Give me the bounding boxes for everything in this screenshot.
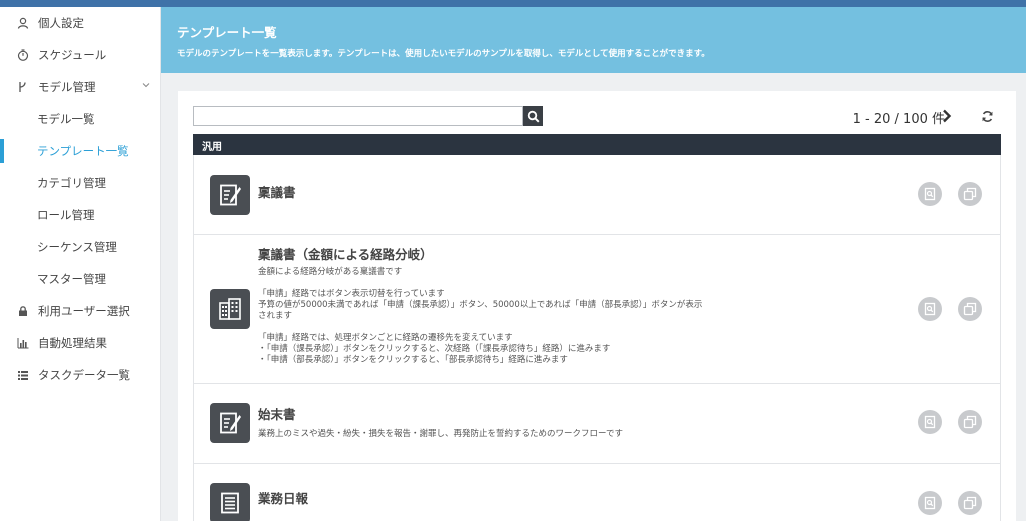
copy-icon (963, 187, 977, 201)
sidebar-item-user-selection[interactable]: 利用ユーザー選択 (0, 295, 160, 327)
copy-button[interactable] (958, 297, 982, 321)
sidebar-item-model-management[interactable]: モデル管理 (0, 71, 160, 103)
sidebar-item-personal-settings[interactable]: 個人設定 (0, 7, 160, 39)
template-description: 業務上のミスや過失・紛失・損失を報告・謝罪し、再発防止を誓約するためのワークフロ… (258, 429, 623, 439)
list-item[interactable]: 業務日報 (194, 464, 1000, 521)
copy-icon (963, 302, 977, 316)
sidebar-item-label: テンプレート一覧 (37, 144, 129, 158)
preview-icon (923, 496, 937, 510)
preview-button[interactable] (918, 297, 942, 321)
chevron-right-icon (942, 109, 952, 123)
search-input[interactable] (193, 106, 523, 126)
document-lines-icon (210, 483, 250, 521)
page-header: テンプレート一覧 モデルのテンプレートを一覧表示します。テンプレートは、使用した… (161, 7, 1026, 73)
search-icon (527, 110, 540, 123)
sidebar-item-label: 自動処理結果 (38, 336, 107, 350)
branch-icon (16, 80, 30, 94)
sidebar-item-model-list[interactable]: モデル一覧 (0, 103, 160, 135)
preview-icon (923, 302, 937, 316)
template-description: 金額による経路分岐がある稟議書です 「申請」経路ではボタン表示切替を行っています… (258, 267, 703, 365)
sidebar-item-label: ロール管理 (37, 208, 95, 222)
page-description: モデルのテンプレートを一覧表示します。テンプレートは、使用したいモデルのサンプル… (177, 49, 710, 59)
sidebar-item-label: スケジュール (38, 48, 107, 62)
template-list: 稟議書 稟議書（金額による経路分岐） 金額による経路分岐がある稟議書です 「申請… (193, 155, 1001, 521)
sidebar-item-label: タスクデータ一覧 (38, 368, 130, 382)
template-title: 稟議書 (258, 185, 296, 200)
preview-button[interactable] (918, 410, 942, 434)
building-icon (210, 289, 250, 329)
sidebar-item-auto-process-results[interactable]: 自動処理結果 (0, 327, 160, 359)
search-button[interactable] (523, 106, 543, 126)
section-header: 汎用 (193, 134, 1001, 155)
list-item[interactable]: 始末書 業務上のミスや過失・紛失・損失を報告・謝罪し、再発防止を誓約するためのワ… (194, 384, 1000, 464)
user-icon (16, 16, 30, 30)
copy-icon (963, 496, 977, 510)
main-content: テンプレート一覧 モデルのテンプレートを一覧表示します。テンプレートは、使用した… (161, 7, 1026, 521)
chevron-down-icon (142, 81, 150, 91)
bar-chart-icon (16, 336, 30, 350)
sidebar-item-label: マスター管理 (37, 272, 106, 286)
preview-button[interactable] (918, 182, 942, 206)
sidebar-item-schedule[interactable]: スケジュール (0, 39, 160, 71)
list-icon (16, 368, 30, 382)
document-pen-icon (210, 175, 250, 215)
refresh-icon (981, 110, 994, 123)
refresh-button[interactable] (979, 108, 995, 124)
sidebar-item-label: シーケンス管理 (37, 240, 117, 254)
template-title: 業務日報 (258, 491, 309, 506)
sidebar-item-template-list[interactable]: テンプレート一覧 (0, 135, 160, 167)
top-bar (0, 0, 1026, 7)
next-page-button[interactable] (940, 108, 954, 124)
sidebar-item-master-management[interactable]: マスター管理 (0, 263, 160, 295)
list-item[interactable]: 稟議書 (194, 155, 1000, 235)
document-pen-icon (210, 403, 250, 443)
sidebar: 個人設定 スケジュール モデル管理 モデル一覧 テンプレート一覧 カテゴリ管理 … (0, 7, 161, 521)
pagination-text: 1 - 20 / 100 件 (852, 112, 945, 127)
template-title: 稟議書（金額による経路分岐） (258, 247, 433, 262)
sidebar-item-label: カテゴリ管理 (37, 176, 106, 190)
timer-icon (16, 48, 30, 62)
list-item[interactable]: 稟議書（金額による経路分岐） 金額による経路分岐がある稟議書です 「申請」経路で… (194, 235, 1000, 384)
copy-button[interactable] (958, 410, 982, 434)
preview-button[interactable] (918, 491, 942, 515)
toolbar: 1 - 20 / 100 件 (193, 105, 1001, 127)
template-title: 始末書 (258, 407, 296, 422)
page-title: テンプレート一覧 (177, 25, 277, 40)
copy-button[interactable] (958, 491, 982, 515)
sidebar-item-sequence-management[interactable]: シーケンス管理 (0, 231, 160, 263)
sidebar-item-label: 個人設定 (38, 16, 84, 30)
copy-icon (963, 415, 977, 429)
lock-icon (16, 304, 30, 318)
sidebar-item-label: 利用ユーザー選択 (38, 304, 130, 318)
copy-button[interactable] (958, 182, 982, 206)
template-card: 1 - 20 / 100 件 汎用 稟議書 稟議書（金額による経路分岐） 金額に… (178, 91, 1016, 521)
sidebar-item-label: モデル管理 (38, 80, 96, 94)
sidebar-item-category-management[interactable]: カテゴリ管理 (0, 167, 160, 199)
sidebar-item-label: モデル一覧 (37, 112, 95, 126)
sidebar-item-role-management[interactable]: ロール管理 (0, 199, 160, 231)
preview-icon (923, 415, 937, 429)
sidebar-item-task-data-list[interactable]: タスクデータ一覧 (0, 359, 160, 391)
preview-icon (923, 187, 937, 201)
